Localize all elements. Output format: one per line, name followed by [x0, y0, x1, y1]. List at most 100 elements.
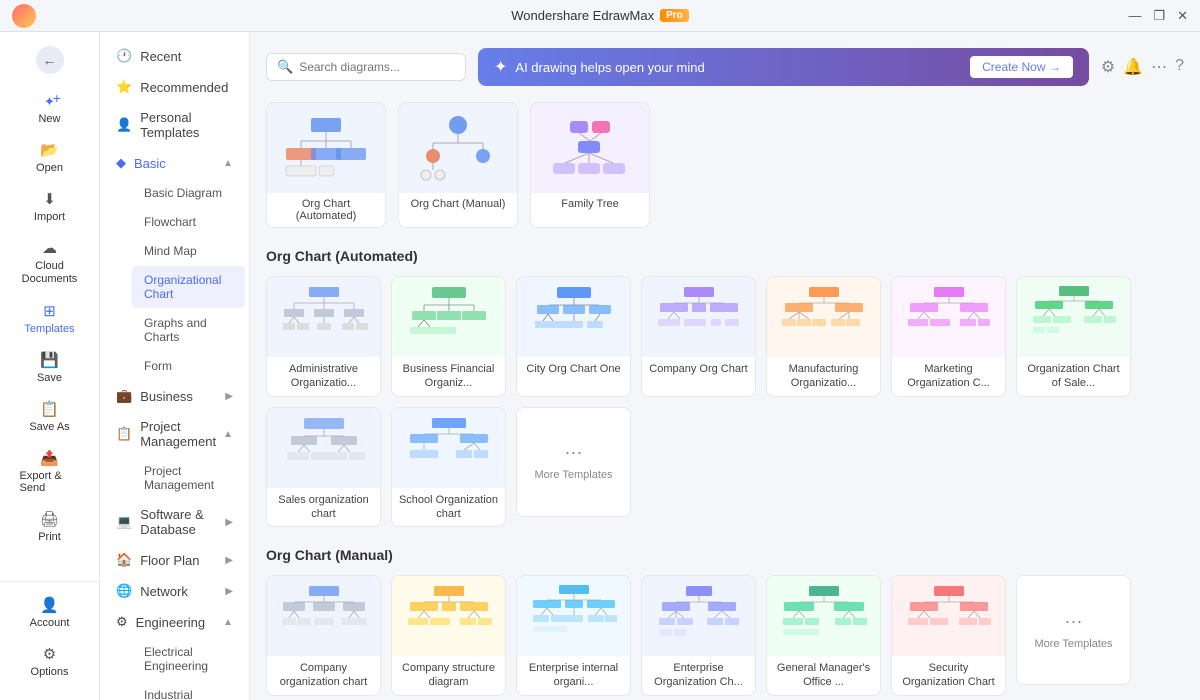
school-org-label: School Organization chart — [392, 488, 505, 527]
nav-floor-plan[interactable]: 🏠 Floor Plan ▶ — [104, 545, 245, 575]
new-button[interactable]: ✦ + New — [10, 88, 90, 131]
search-box[interactable]: 🔍 — [266, 53, 466, 81]
template-sales-org[interactable]: Sales organization chart — [266, 407, 381, 528]
print-button[interactable]: 🖨 Print — [10, 504, 90, 549]
featured-cards: Org Chart (Automated) — [266, 102, 1184, 228]
minimize-button[interactable]: — — [1128, 8, 1141, 23]
template-business-fin[interactable]: Business Financial Organiz... — [391, 276, 506, 397]
floor-chevron: ▶ — [225, 555, 233, 566]
basic-icon: ◆ — [116, 155, 126, 171]
nav-basic-diagram[interactable]: Basic Diagram — [132, 179, 245, 207]
more-auto-label: More Templates — [534, 469, 612, 481]
nav-project-management[interactable]: 📋 Project Management ▲ — [104, 412, 245, 456]
featured-family-tree[interactable]: Family Tree — [530, 102, 650, 228]
more-icon[interactable]: ⋯ — [1151, 57, 1167, 77]
export-button[interactable]: 📤 Export & Send — [10, 443, 90, 500]
save-button[interactable]: 💾 Save — [10, 345, 90, 390]
org-manual-title: Org Chart (Manual) — [266, 547, 1184, 563]
search-input[interactable] — [299, 60, 455, 74]
template-manufacturing[interactable]: Manufacturing Organizatio... — [766, 276, 881, 397]
templates-button[interactable]: ⊞ Templates — [10, 296, 90, 341]
nav-electrical[interactable]: Electrical Engineering — [132, 638, 245, 680]
help-icon[interactable]: ? — [1175, 57, 1184, 77]
featured-org-manual-label: Org Chart (Manual) — [399, 193, 517, 215]
back-button[interactable]: ← — [10, 40, 90, 80]
more-manual-templates[interactable]: ··· More Templates — [1016, 575, 1131, 685]
nav-project-mgmt[interactable]: Project Management — [132, 457, 245, 499]
org-manual-grid: Company organization chart — [266, 575, 1184, 696]
template-enterprise-int[interactable]: Enterprise internal organi... — [516, 575, 631, 696]
manufacturing-label: Manufacturing Organizatio... — [767, 357, 880, 396]
nav-recommended[interactable]: ⭐ Recommended — [104, 72, 245, 102]
more-manual-label: More Templates — [1034, 638, 1112, 650]
notification-icon[interactable]: 🔔 — [1123, 57, 1143, 77]
topbar: 🔍 ✦ AI drawing helps open your mind Crea… — [266, 48, 1184, 86]
ai-text: AI drawing helps open your mind — [515, 60, 704, 75]
recent-icon: 🕐 — [116, 48, 132, 64]
gm-office-label: General Manager's Office ... — [767, 656, 880, 695]
company-org2-label: Company organization chart — [267, 656, 380, 695]
import-button[interactable]: ⬇ Import — [10, 184, 90, 229]
template-marketing-org[interactable]: Marketing Organization C... — [891, 276, 1006, 397]
template-enterprise-org[interactable]: Enterprise Organization Ch... — [641, 575, 756, 696]
software-chevron: ▶ — [225, 517, 233, 528]
nav-org-chart[interactable]: Organizational Chart — [132, 266, 245, 308]
more-dots-manual-icon: ··· — [1065, 611, 1083, 632]
template-gm-office[interactable]: General Manager's Office ... — [766, 575, 881, 696]
network-icon: 🌐 — [116, 583, 132, 599]
nav-engineering[interactable]: ⚙ Engineering ▲ — [104, 607, 245, 637]
avatar — [12, 4, 36, 28]
titlebar: Wondershare EdrawMax Pro — ❐ ✕ — [0, 0, 1200, 32]
sales-org-label: Sales organization chart — [267, 488, 380, 527]
template-city-org[interactable]: City Org Chart One — [516, 276, 631, 397]
security-org-label: Security Organization Chart — [892, 656, 1005, 695]
company-struct-label: Company structure diagram — [392, 656, 505, 695]
main-content: 🔍 ✦ AI drawing helps open your mind Crea… — [250, 32, 1200, 700]
nav-basic[interactable]: ◆ Basic ▲ — [104, 148, 245, 178]
nav-network[interactable]: 🌐 Network ▶ — [104, 576, 245, 606]
business-chevron: ▶ — [225, 391, 233, 402]
restore-button[interactable]: ❐ — [1153, 8, 1165, 24]
account-button[interactable]: 👤 Account — [10, 590, 90, 635]
nav-flowchart[interactable]: Flowchart — [132, 208, 245, 236]
template-company-org[interactable]: Company Org Chart — [641, 276, 756, 397]
open-button[interactable]: 📂 Open — [10, 135, 90, 180]
nav-panel: 🕐 Recent ⭐ Recommended 👤 Personal Templa… — [100, 32, 250, 700]
template-admin-org[interactable]: Administrative Organizatio... — [266, 276, 381, 397]
company-org-label: Company Org Chart — [642, 357, 755, 381]
close-button[interactable]: ✕ — [1177, 8, 1188, 24]
engineering-submenu: Electrical Engineering Industrial Engine… — [100, 638, 249, 700]
recommended-icon: ⭐ — [116, 79, 132, 95]
create-now-button[interactable]: Create Now → — [970, 56, 1073, 78]
settings-icon[interactable]: ⚙ — [1101, 57, 1115, 77]
nav-industrial[interactable]: Industrial Engineering — [132, 681, 245, 700]
enterprise-org-label: Enterprise Organization Ch... — [642, 656, 755, 695]
options-button[interactable]: ⚙ Options — [10, 639, 90, 684]
save-as-button[interactable]: 📋 Save As — [10, 394, 90, 439]
org-sales-label: Organization Chart of Sale... — [1017, 357, 1130, 396]
nav-mind-map[interactable]: Mind Map — [132, 237, 245, 265]
nav-graphs-charts[interactable]: Graphs and Charts — [132, 309, 245, 351]
pro-badge: Pro — [660, 9, 689, 22]
marketing-org-label: Marketing Organization C... — [892, 357, 1005, 396]
more-dots-icon: ··· — [565, 442, 583, 463]
template-school-org[interactable]: School Organization chart — [391, 407, 506, 528]
nav-personal-templates[interactable]: 👤 Personal Templates — [104, 103, 245, 147]
template-org-sales[interactable]: Organization Chart of Sale... — [1016, 276, 1131, 397]
more-auto-templates[interactable]: ··· More Templates — [516, 407, 631, 517]
template-security-org[interactable]: Security Organization Chart — [891, 575, 1006, 696]
featured-org-manual[interactable]: Org Chart (Manual) — [398, 102, 518, 228]
nav-software-database[interactable]: 💻 Software & Database ▶ — [104, 500, 245, 544]
icon-sidebar: ← ✦ + New 📂 Open ⬇ Import ☁ Cloud Docume… — [0, 32, 100, 700]
template-company-org2[interactable]: Company organization chart — [266, 575, 381, 696]
cloud-documents-button[interactable]: ☁ Cloud Documents — [10, 233, 90, 292]
org-automated-grid: Administrative Organizatio... — [266, 276, 1184, 527]
nav-recent[interactable]: 🕐 Recent — [104, 41, 245, 71]
nav-form[interactable]: Form — [132, 352, 245, 380]
featured-org-automated[interactable]: Org Chart (Automated) — [266, 102, 386, 228]
template-company-struct[interactable]: Company structure diagram — [391, 575, 506, 696]
search-icon: 🔍 — [277, 59, 293, 75]
window-controls[interactable]: — ❐ ✕ — [1128, 8, 1188, 24]
basic-chevron: ▲ — [223, 158, 233, 169]
nav-business[interactable]: 💼 Business ▶ — [104, 381, 245, 411]
